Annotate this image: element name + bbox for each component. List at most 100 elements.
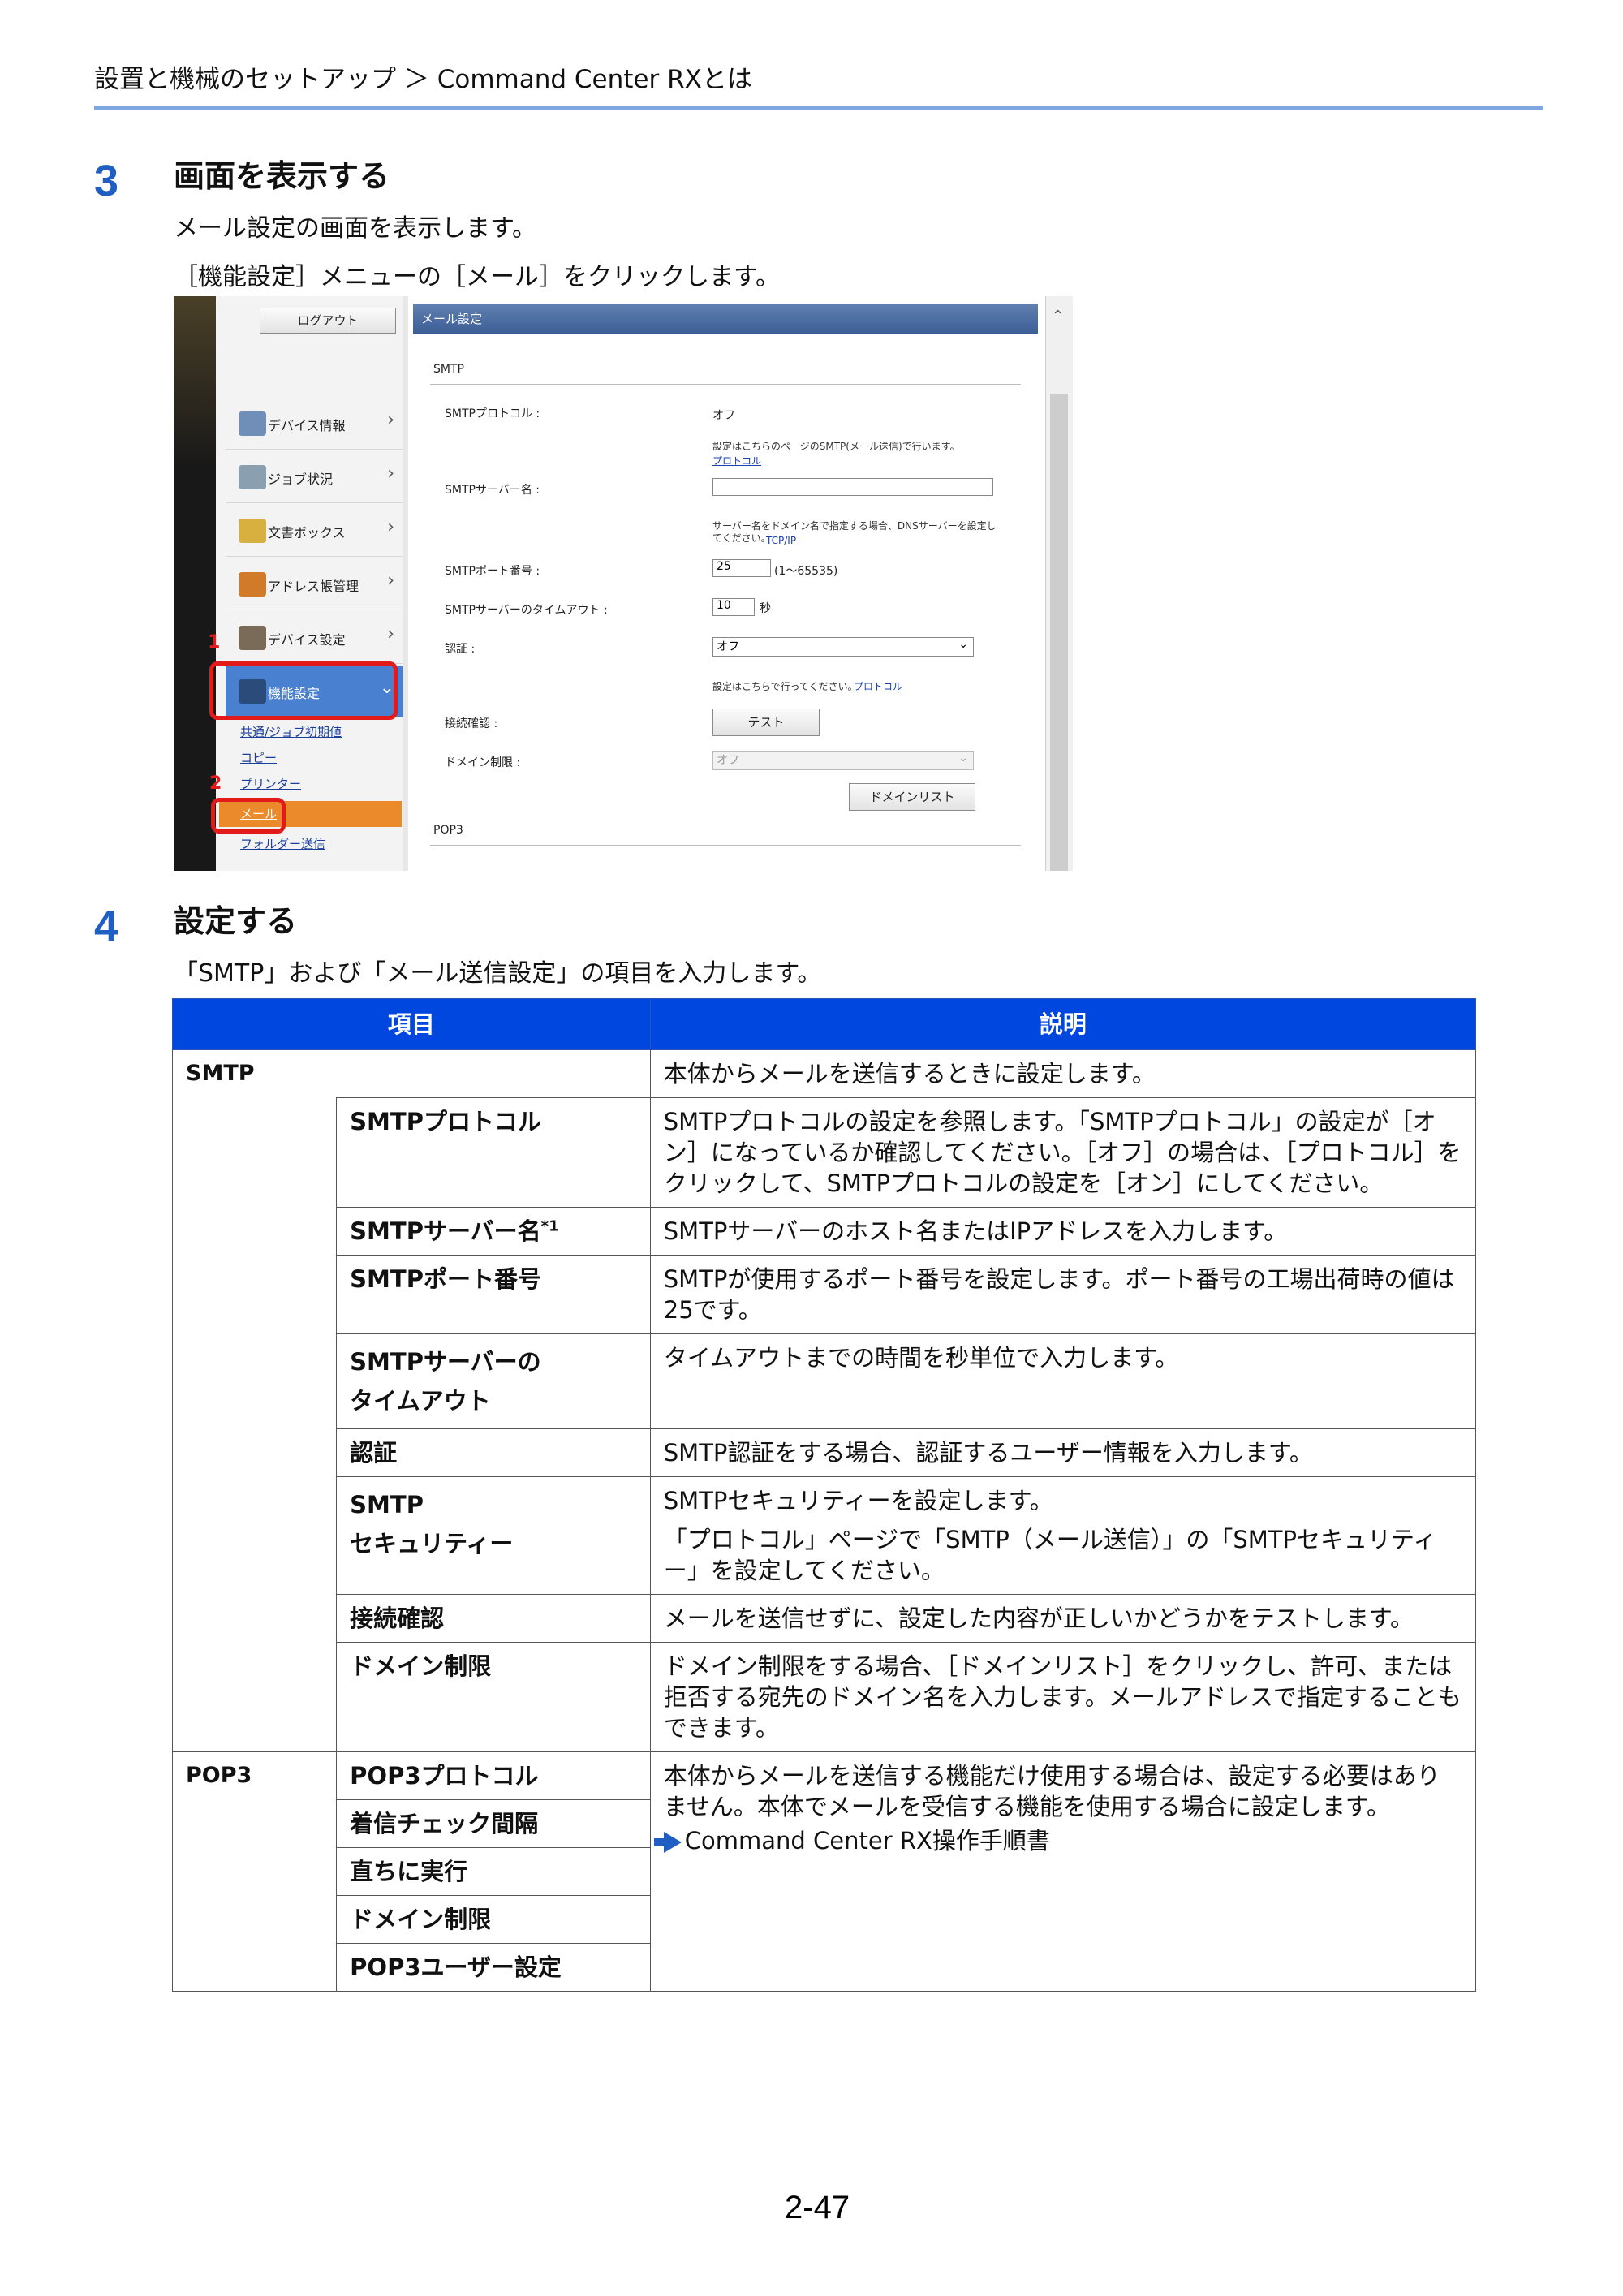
step-number-4: 4 — [94, 902, 119, 950]
row-desc: SMTPセキュリティーを設定します。 「プロトコル」ページで「SMTP（メール送信… — [649, 1476, 1477, 1595]
footnote-marker: *1 — [540, 1217, 559, 1235]
step-3-title: 画面を表示する — [174, 158, 390, 194]
smtp-protocol-value: オフ — [712, 409, 735, 422]
settings-table: 項目 説明 SMTP 本体からメールを送信するときに設定します。 SMTPプロト… — [171, 998, 1477, 1992]
step-4-text-1: 「SMTP」および「メール送信設定」の項目を入力します。 — [174, 959, 822, 988]
table-row: ドメイン制限 ドメイン制限をする場合、［ドメインリスト］をクリックし、許可、また… — [173, 1642, 1477, 1752]
auth-protocol-link[interactable]: プロトコル — [854, 679, 902, 693]
device-info-icon — [239, 411, 266, 436]
table-row: 接続確認 メールを送信せずに、設定した内容が正しいかどうかをテストします。 — [173, 1594, 1477, 1643]
header-description: 説明 — [649, 998, 1477, 1050]
row-name: POP3ユーザー設定 — [336, 1943, 651, 1992]
sidebar-item-document-box[interactable]: 文書ボックス › — [226, 506, 403, 557]
smtp-server-note: サーバー名をドメイン名で指定する場合、DNSサーバーを設定してください。 — [712, 520, 997, 544]
submenu-link-copy[interactable]: コピー — [240, 749, 277, 766]
chevron-right-icon: › — [387, 517, 394, 537]
pop3-desc: 本体からメールを送信する機能だけ使用する場合は、設定する必要はありません。本体で… — [649, 1751, 1477, 1992]
row-name: 接続確認 — [336, 1594, 651, 1643]
row-name: SMTPポート番号 — [336, 1255, 651, 1334]
domain-limit-label: ドメイン制限 : — [445, 756, 521, 769]
row-name: SMTP セキュリティー — [336, 1476, 651, 1595]
row-desc: SMTPプロトコルの設定を参照します。「SMTPプロトコル」の設定が［オン］にな… — [649, 1097, 1477, 1208]
auth-label: 認証 : — [445, 643, 476, 656]
table-row: 認証 SMTP認証をする場合、認証するユーザー情報を入力します。 — [173, 1428, 1477, 1477]
step-number-3: 3 — [94, 157, 119, 205]
arrow-right-icon — [653, 1832, 682, 1853]
row-name: 着信チェック間隔 — [336, 1799, 651, 1848]
chevron-right-icon: › — [387, 571, 394, 591]
panel-title: メール設定 — [413, 304, 1038, 334]
table-row: POP3 POP3プロトコル 本体からメールを送信する機能だけ使用する場合は、設… — [171, 1751, 1477, 1992]
chevron-right-icon: › — [387, 463, 394, 484]
row-desc: SMTP認証をする場合、認証するユーザー情報を入力します。 — [649, 1428, 1477, 1477]
smtp-timeout-label: SMTPサーバーのタイムアウト : — [445, 604, 608, 617]
domain-limit-select[interactable]: オフ ⌄ — [712, 751, 974, 770]
submenu-link-folder-send[interactable]: フォルダー送信 — [240, 835, 325, 852]
page-number: 2-47 — [785, 2190, 850, 2225]
scroll-up-icon[interactable]: ⌃ — [1052, 308, 1064, 325]
callout-number-1: 1 — [208, 632, 221, 653]
table-header-row: 項目 説明 — [172, 998, 1477, 1050]
section-pop3-heading: POP3 — [433, 824, 463, 837]
protocol-link[interactable]: プロトコル — [712, 454, 761, 467]
row-name: 直ちに実行 — [336, 1847, 651, 1896]
sidebar-item-device-settings[interactable]: デバイス設定 › — [226, 613, 403, 664]
connection-test-label: 接続確認 : — [445, 717, 498, 730]
logout-button[interactable]: ログアウト — [260, 308, 396, 334]
smtp-server-input[interactable] — [712, 478, 993, 496]
header-item: 項目 — [172, 998, 651, 1050]
table-row: SMTP セキュリティー SMTPセキュリティーを設定します。 「プロトコル」ページ… — [173, 1476, 1477, 1595]
submenu-link-printer[interactable]: プリンター — [240, 775, 301, 792]
smtp-timeout-unit: 秒 — [760, 602, 771, 615]
sidebar-item-address-book[interactable]: アドレス帳管理 › — [226, 559, 403, 610]
chevron-down-icon: ⌄ — [958, 752, 968, 765]
smtp-port-range: (1～65535) — [774, 565, 838, 578]
auth-select[interactable]: オフ ⌄ — [712, 637, 974, 657]
smtp-protocol-note: 設定はこちらのページのSMTP(メール送信)で行います。 — [712, 441, 960, 452]
embedded-screenshot: ログアウト デバイス情報 › ジョブ状況 › 文書ボックス › アドレス帳管理 … — [174, 296, 1073, 871]
row-name: ドメイン制限 — [336, 1895, 651, 1944]
row-desc: メールを送信せずに、設定した内容が正しいかどうかをテストします。 — [649, 1594, 1477, 1643]
chevron-right-icon: › — [387, 624, 394, 644]
table-row: SMTPポート番号 SMTPが使用するポート番号を設定します。ポート番号の工場出… — [173, 1255, 1477, 1334]
callout-box-1 — [209, 661, 398, 720]
document-box-icon — [239, 519, 266, 543]
header-divider — [94, 106, 1543, 110]
step-4-title: 設定する — [174, 903, 298, 939]
row-desc: SMTPサーバーのホスト名またはIPアドレスを入力します。 — [649, 1207, 1477, 1256]
step-3-text-1: メール設定の画面を表示します。 — [174, 214, 536, 243]
submenu-link-common[interactable]: 共通/ジョブ初期値 — [240, 723, 342, 740]
domain-list-button[interactable]: ドメインリスト — [849, 783, 975, 811]
sidebar-item-device-info[interactable]: デバイス情報 › — [226, 398, 403, 450]
row-name: SMTPプロトコル — [336, 1097, 651, 1208]
group-smtp: SMTP — [172, 1049, 651, 1098]
table-row: SMTPサーバーの タイムアウト タイムアウトまでの時間を秒単位で入力します。 — [173, 1333, 1477, 1429]
smtp-timeout-input[interactable]: 10 — [712, 598, 755, 616]
reference-link[interactable]: Command Center RX操作手順書 — [653, 1825, 1462, 1856]
section-smtp-heading: SMTP — [433, 363, 464, 376]
row-name: SMTPサーバーの タイムアウト — [336, 1333, 651, 1429]
row-name: SMTPサーバー名*1 — [336, 1207, 651, 1256]
address-book-icon — [239, 572, 266, 597]
chevron-right-icon: › — [387, 410, 394, 430]
step-3-text-2: ［機能設定］メニューの［メール］をクリックします。 — [174, 263, 780, 291]
job-status-icon — [239, 465, 266, 489]
row-desc: SMTPが使用するポート番号を設定します。ポート番号の工場出荷時の値は25です。 — [649, 1255, 1477, 1334]
group-pop3: POP3 — [171, 1751, 338, 1992]
device-settings-icon — [239, 626, 266, 650]
callout-box-2 — [211, 798, 286, 834]
row-name: POP3プロトコル — [336, 1751, 651, 1800]
scrollbar-thumb[interactable] — [1050, 394, 1068, 871]
callout-number-2: 2 — [209, 773, 222, 794]
row-name: 認証 — [336, 1428, 651, 1477]
smtp-server-label: SMTPサーバー名 : — [445, 484, 540, 497]
sidebar-item-job-status[interactable]: ジョブ状況 › — [226, 452, 403, 503]
tcpip-link[interactable]: TCP/IP — [766, 535, 796, 546]
chevron-down-icon: ⌄ — [958, 638, 968, 651]
smtp-port-input[interactable]: 25 — [712, 559, 771, 577]
table-row: SMTPサーバー名*1 SMTPサーバーのホスト名またはIPアドレスを入力します… — [173, 1207, 1477, 1256]
breadcrumb: 設置と機械のセットアップ ＞ Command Center RXとは — [94, 65, 752, 94]
table-row: SMTP 本体からメールを送信するときに設定します。 — [172, 1049, 1477, 1098]
smtp-protocol-label: SMTPプロトコル : — [445, 407, 540, 420]
test-button[interactable]: テスト — [712, 709, 820, 736]
